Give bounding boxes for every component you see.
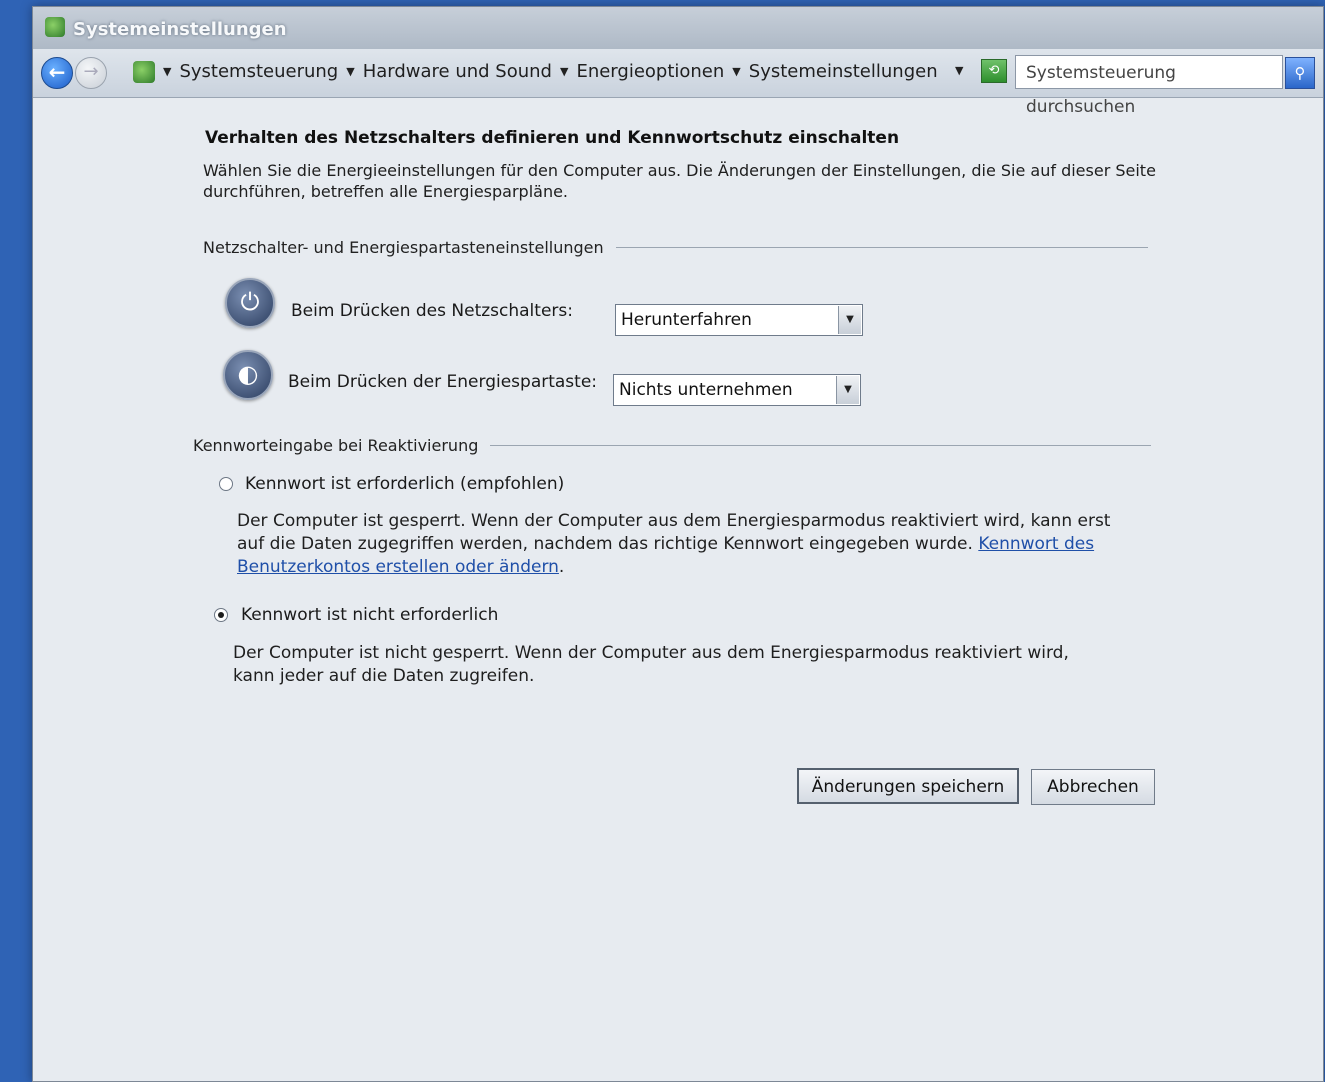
forward-button[interactable]: → bbox=[75, 57, 107, 89]
save-changes-button[interactable]: Änderungen speichern bbox=[797, 768, 1019, 804]
password-required-radio[interactable] bbox=[219, 477, 233, 491]
chevron-down-icon[interactable]: ▼ bbox=[346, 65, 354, 78]
search-icon: ⚲ bbox=[1294, 64, 1306, 82]
search-input[interactable]: Systemsteuerung durchsuchen bbox=[1015, 55, 1283, 117]
password-required-description: Der Computer ist gesperrt. Wenn der Comp… bbox=[237, 511, 1111, 577]
control-panel-icon bbox=[45, 17, 65, 37]
breadcrumb-item[interactable]: Systemeinstellungen bbox=[749, 61, 938, 82]
select-value: Nichts unternehmen bbox=[619, 380, 793, 400]
chevron-down-icon[interactable]: ▼ bbox=[560, 65, 568, 78]
password-section-header: Kennworteingabe bei Reaktivierung bbox=[193, 436, 1151, 455]
section-label: Kennworteingabe bei Reaktivierung bbox=[193, 436, 479, 455]
divider bbox=[490, 445, 1151, 446]
title-bar: Systemeinstellungen bbox=[33, 7, 1323, 50]
breadcrumb-item[interactable]: Energieoptionen bbox=[576, 61, 724, 82]
password-required-label[interactable]: Kennwort ist erforderlich (empfohlen) bbox=[245, 474, 564, 494]
breadcrumb: ▼ Systemsteuerung ▼ Hardware und Sound ▼… bbox=[163, 61, 946, 82]
divider bbox=[615, 247, 1148, 248]
back-button[interactable]: ← bbox=[41, 57, 73, 89]
address-dropdown-icon[interactable]: ▼ bbox=[955, 64, 963, 77]
refresh-button[interactable]: ⟲ bbox=[981, 59, 1007, 83]
sleep-button-label: Beim Drücken der Energiespartaste: bbox=[288, 372, 598, 392]
page-title: Verhalten des Netzschalters definieren u… bbox=[205, 128, 900, 148]
password-not-required-description: Der Computer ist nicht gesperrt. Wenn de… bbox=[233, 643, 1069, 686]
sleep-button-icon: ◐ bbox=[223, 350, 273, 400]
chevron-down-icon[interactable]: ▼ bbox=[163, 65, 171, 78]
breadcrumb-item[interactable]: Systemsteuerung bbox=[179, 61, 338, 82]
chevron-down-icon[interactable]: ▼ bbox=[732, 65, 740, 78]
select-value: Herunterfahren bbox=[621, 310, 752, 330]
cancel-button[interactable]: Abbrechen bbox=[1031, 769, 1155, 805]
control-panel-window: Systemeinstellungen _ □ × ← → ▼ Systemst… bbox=[32, 6, 1324, 1082]
sleep-button-select[interactable]: Nichts unternehmen ▼ bbox=[613, 374, 861, 406]
power-button-select[interactable]: Herunterfahren ▼ bbox=[615, 304, 863, 336]
search-button[interactable]: ⚲ bbox=[1285, 57, 1315, 89]
power-button-icon: ⏻ bbox=[225, 278, 275, 328]
main-content: Verhalten des Netzschalters definieren u… bbox=[33, 98, 1323, 1081]
refresh-icon: ⟲ bbox=[988, 63, 1000, 78]
power-section-header: Netzschalter- und Energiespartasteneinst… bbox=[203, 238, 1148, 257]
intro-text: Wählen Sie die Energieeinstellungen für … bbox=[203, 161, 1156, 201]
window-title: Systemeinstellungen bbox=[73, 19, 287, 40]
breadcrumb-item[interactable]: Hardware und Sound bbox=[363, 61, 552, 82]
control-panel-icon bbox=[133, 61, 155, 83]
chevron-down-icon[interactable]: ▼ bbox=[838, 306, 861, 334]
back-arrow-icon: ← bbox=[48, 60, 66, 84]
chevron-down-icon[interactable]: ▼ bbox=[836, 376, 859, 404]
address-bar: ← → ▼ Systemsteuerung ▼ Hardware und Sou… bbox=[33, 49, 1323, 117]
power-button-label: Beim Drücken des Netzschalters: bbox=[291, 301, 573, 321]
forward-arrow-icon: → bbox=[83, 61, 99, 82]
password-not-required-label[interactable]: Kennwort ist nicht erforderlich bbox=[241, 605, 498, 625]
password-not-required-radio[interactable] bbox=[214, 608, 228, 622]
section-label: Netzschalter- und Energiespartasteneinst… bbox=[203, 238, 604, 257]
